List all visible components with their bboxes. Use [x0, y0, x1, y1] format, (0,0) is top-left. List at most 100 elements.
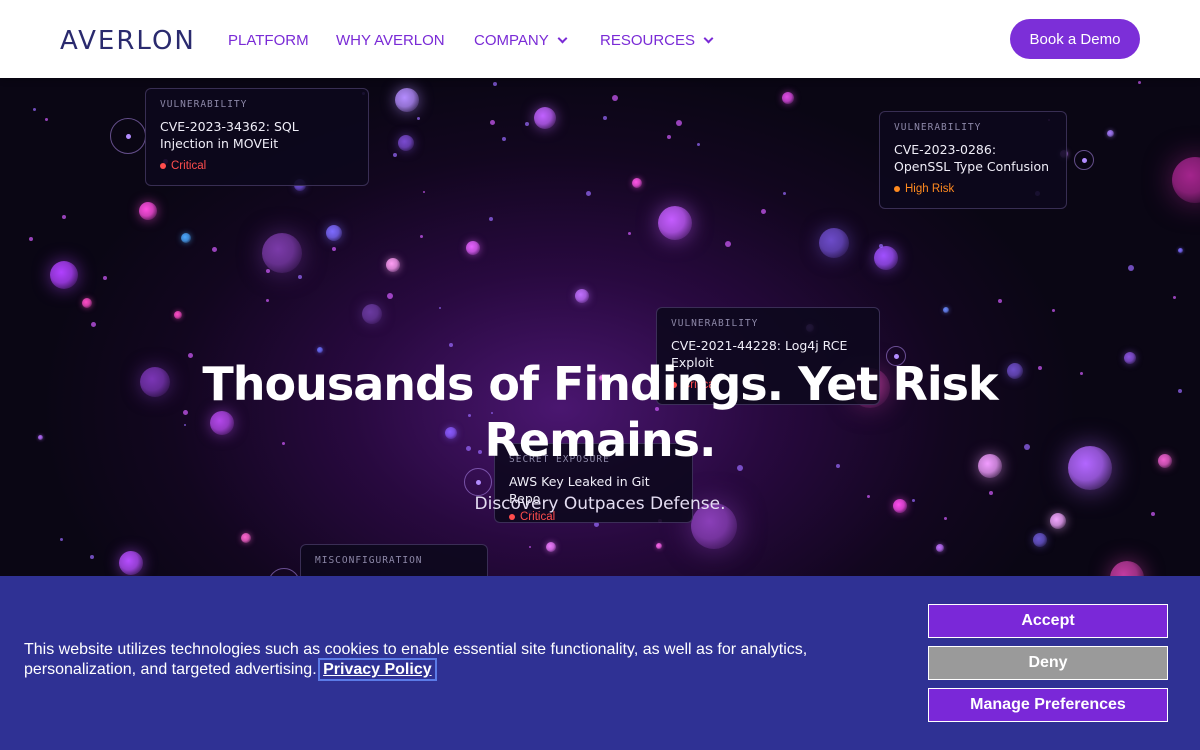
- particle-dot: [266, 269, 270, 273]
- particle-dot: [1128, 265, 1134, 271]
- particle-dot: [525, 122, 529, 126]
- particle-dot: [82, 298, 92, 308]
- chevron-down-icon: [703, 33, 714, 44]
- particle-dot: [332, 247, 336, 251]
- severity-dot-icon: [509, 514, 515, 520]
- particle-dot: [534, 107, 556, 129]
- book-demo-button[interactable]: Book a Demo: [1010, 19, 1140, 59]
- particle-dot: [140, 367, 170, 397]
- particle-dot: [420, 235, 423, 238]
- particle-dot: [989, 491, 993, 495]
- particle-dot: [398, 135, 414, 151]
- particle-dot: [546, 542, 556, 552]
- particle-dot: [188, 353, 193, 358]
- hero-headline: Thousands of Findings. Yet Risk Remains.: [202, 357, 998, 467]
- nav-link-company[interactable]: COMPANY: [474, 32, 568, 49]
- severity-dot-icon: [160, 163, 166, 169]
- particle-dot: [33, 108, 36, 111]
- particle-dot: [1158, 454, 1172, 468]
- particle-dot: [29, 237, 33, 241]
- particle-dot: [174, 311, 182, 319]
- card-category: MISCONFIGURATION: [315, 555, 423, 566]
- cookie-message: This website utilizes technologies such …: [24, 640, 884, 681]
- particle-dot: [612, 95, 618, 101]
- card-category: VULNERABILITY: [894, 122, 982, 133]
- privacy-policy-link[interactable]: Privacy Policy: [318, 658, 437, 681]
- particle-dot: [1151, 512, 1155, 516]
- particle-dot: [489, 217, 493, 221]
- particle-dot: [658, 206, 692, 240]
- nav-link-label: COMPANY: [474, 32, 549, 49]
- particle-dot: [1007, 363, 1023, 379]
- particle-dot: [317, 347, 323, 353]
- particle-dot: [119, 551, 143, 575]
- particle-dot: [1178, 389, 1182, 393]
- hero-section: VULNERABILITY CVE-2023-34362: SQL Inject…: [0, 78, 1200, 576]
- finding-card: VULNERABILITY CVE-2023-0286: OpenSSL Typ…: [879, 111, 1067, 209]
- nav-link-label: WHY AVERLON: [336, 32, 445, 49]
- particle-dot: [1110, 561, 1144, 576]
- particle-dot: [697, 143, 700, 146]
- particle-dot: [1173, 296, 1176, 299]
- particle-dot: [439, 307, 441, 309]
- particle-dot: [783, 192, 786, 195]
- particle-dot: [183, 410, 188, 415]
- card-category: VULNERABILITY: [160, 99, 248, 110]
- particle-dot: [62, 215, 66, 219]
- particle-dot: [912, 499, 915, 502]
- particle-dot: [998, 299, 1002, 303]
- particle-dot: [1106, 129, 1114, 137]
- hero-subheadline: Discovery Outpaces Defense.: [474, 494, 726, 514]
- node-ring-icon: [268, 568, 300, 576]
- particle-dot: [90, 555, 94, 559]
- particle-dot: [91, 322, 96, 327]
- nav-link-resources[interactable]: RESOURCES: [600, 32, 714, 49]
- particle-dot: [103, 276, 107, 280]
- particle-dot: [493, 82, 497, 86]
- particle-dot: [50, 261, 78, 289]
- particle-dot: [1177, 247, 1183, 253]
- particle-dot: [819, 228, 849, 258]
- particle-dot: [1068, 446, 1112, 490]
- particle-dot: [782, 92, 794, 104]
- particle-dot: [586, 191, 591, 196]
- particle-dot: [575, 289, 589, 303]
- particle-dot: [725, 241, 731, 247]
- chevron-down-icon: [557, 33, 568, 44]
- severity-badge: Critical: [160, 160, 354, 172]
- particle-dot: [667, 135, 671, 139]
- particle-dot: [423, 191, 425, 193]
- particle-dot: [1038, 366, 1042, 370]
- particle-dot: [417, 117, 420, 120]
- particle-dot: [387, 293, 393, 299]
- particle-dot: [1124, 352, 1136, 364]
- nav-link-why-averlon[interactable]: WHY AVERLON: [336, 32, 445, 49]
- severity-label: Critical: [171, 160, 207, 172]
- top-nav: AVERLON PLATFORM WHY AVERLON COMPANY RES…: [0, 0, 1200, 78]
- particle-dot: [490, 120, 495, 125]
- particle-dot: [449, 343, 453, 347]
- particle-dot: [139, 202, 157, 220]
- particle-dot: [266, 299, 269, 302]
- nav-link-platform[interactable]: PLATFORM: [228, 32, 309, 49]
- particle-dot: [1052, 309, 1055, 312]
- manage-preferences-button[interactable]: Manage Preferences: [928, 688, 1168, 722]
- particle-dot: [362, 304, 382, 324]
- cookie-banner: This website utilizes technologies such …: [0, 576, 1200, 750]
- particle-dot: [184, 424, 186, 426]
- particle-dot: [212, 247, 217, 252]
- particle-dot: [603, 116, 607, 120]
- particle-dot: [37, 434, 43, 440]
- node-ring-icon: [464, 468, 492, 496]
- particle-dot: [761, 209, 766, 214]
- accept-button[interactable]: Accept: [928, 604, 1168, 638]
- severity-dot-icon: [894, 186, 900, 192]
- particle-dot: [1033, 533, 1047, 547]
- particle-dot: [298, 275, 302, 279]
- averlon-logo[interactable]: AVERLON: [60, 26, 196, 56]
- deny-button[interactable]: Deny: [928, 646, 1168, 680]
- finding-card: VULNERABILITY CVE-2023-34362: SQL Inject…: [145, 88, 369, 186]
- particle-dot: [466, 241, 480, 255]
- nav-link-label: PLATFORM: [228, 32, 309, 49]
- particle-dot: [45, 118, 48, 121]
